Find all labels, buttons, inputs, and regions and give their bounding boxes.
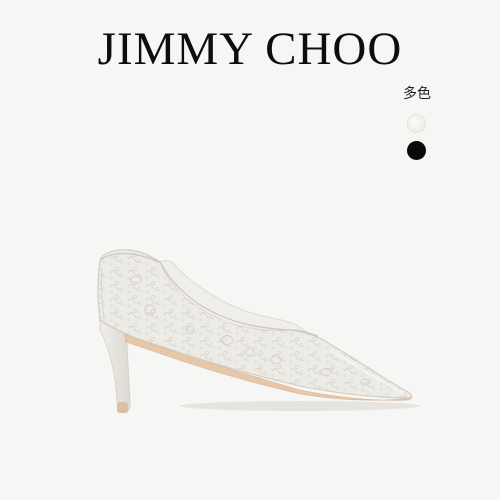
lace-pump-shoe-image — [97, 249, 420, 414]
